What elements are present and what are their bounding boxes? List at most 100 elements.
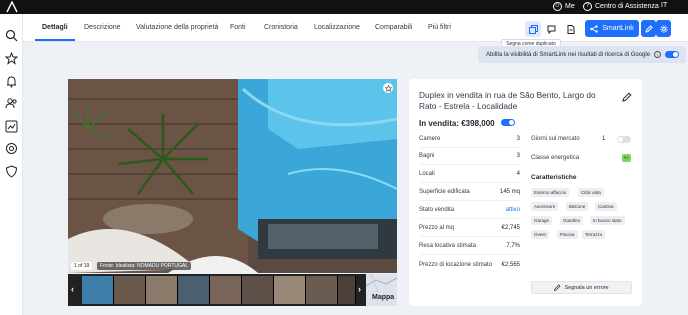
language-label: IT	[661, 2, 668, 9]
tabs-bar: Dettagli Descrizione Valutazione della p…	[23, 14, 688, 42]
detail-value: €2,565	[501, 262, 520, 268]
days-on-market-toggle[interactable]	[617, 136, 631, 143]
feature-chip: Città vista	[578, 188, 604, 197]
features-title: Caratteristiche	[531, 174, 577, 181]
feature-chip: Esterno affaccio	[531, 188, 570, 197]
listing-title: Duplex in vendita in rua de São Bento, L…	[419, 90, 596, 111]
visibility-text: Abilita la visibilità di SmartLink nei r…	[486, 51, 651, 58]
tab-cronistoria[interactable]: Cronistoria	[264, 24, 298, 31]
thumbnail[interactable]	[274, 276, 306, 304]
detail-value: €2,745	[501, 225, 520, 231]
main-photo[interactable]	[68, 79, 397, 273]
tab-descrizione[interactable]: Descrizione	[84, 24, 121, 31]
comment-button[interactable]	[543, 21, 559, 37]
sidebar	[0, 14, 23, 315]
detail-label: Superficie edificata	[419, 189, 470, 195]
property-photo	[68, 79, 397, 273]
bell-icon[interactable]	[5, 75, 18, 88]
edit-smartlink-button[interactable]	[641, 20, 656, 37]
pencil-icon	[554, 284, 561, 291]
language-selector[interactable]: IT	[661, 2, 667, 9]
feature-chip: In buono stato	[590, 216, 625, 225]
thumbnail[interactable]	[306, 276, 338, 304]
map-icon	[365, 273, 398, 293]
star-icon[interactable]	[5, 52, 18, 65]
detail-label: Stato vendita	[419, 207, 455, 213]
tab-dettagli[interactable]: Dettagli	[42, 24, 68, 31]
feature-chip: Cantina	[595, 202, 617, 211]
energy-class-label: Classe energetica	[531, 155, 580, 161]
row-divider	[419, 147, 520, 148]
days-on-market-label: Giorni sul mercato	[531, 136, 580, 142]
tab-fonti[interactable]: Fonti	[230, 24, 246, 31]
tab-localizzazione[interactable]: Localizzazione	[314, 24, 360, 31]
feature-chip: Piscina	[557, 230, 578, 239]
row-divider	[419, 200, 520, 201]
smartlink-settings-button[interactable]	[656, 20, 671, 37]
detail-value: 7.7%	[506, 243, 520, 249]
thumbnail[interactable]	[146, 276, 178, 304]
share-icon	[590, 24, 598, 33]
gear-icon	[659, 24, 668, 33]
help-label: Centro di Assistenza	[595, 3, 659, 10]
thumbnail[interactable]	[242, 276, 274, 304]
smartlink-button[interactable]: SmartLink	[585, 20, 639, 37]
chat-icon	[547, 25, 555, 34]
edit-icon[interactable]	[622, 92, 632, 102]
photo-counter: 1 of 19	[71, 262, 93, 270]
feature-chip: Balcone	[566, 202, 589, 211]
help-center-link[interactable]: ? Centro di Assistenza	[583, 2, 659, 11]
target-icon[interactable]	[5, 142, 18, 155]
thumbnail[interactable]	[114, 276, 146, 304]
users-icon[interactable]	[5, 97, 18, 110]
row-divider	[419, 218, 520, 219]
smartlink-label: SmartLink	[602, 25, 634, 32]
next-arrow-icon[interactable]: ›	[358, 284, 361, 294]
visibility-banner: Abilita la visibilità di SmartLink nei r…	[478, 46, 686, 63]
detail-label: Camere	[419, 136, 441, 142]
report-error-button[interactable]: Segnala un errore	[531, 281, 632, 294]
report-error-label: Segnala un errore	[564, 284, 609, 291]
mark-duplicate-button[interactable]	[525, 21, 541, 37]
document-icon	[567, 24, 574, 34]
document-button[interactable]	[562, 21, 578, 37]
tab-piu-filtri[interactable]: Più filtri	[428, 24, 451, 31]
detail-value: 4	[516, 171, 520, 177]
row-divider	[419, 164, 520, 165]
shield-icon[interactable]	[5, 165, 18, 178]
detail-label: Prezzo di locazione stimato	[419, 262, 493, 268]
me-label: Me	[565, 3, 575, 10]
pencil-icon	[644, 24, 653, 33]
listing-status-toggle[interactable]	[501, 119, 515, 126]
detail-value: 3	[516, 136, 520, 142]
map-thumbnail[interactable]: Mappa	[365, 273, 398, 306]
tab-comparabili[interactable]: Comparabili	[375, 24, 412, 31]
detail-label: Locali	[419, 171, 435, 177]
search-icon[interactable]	[5, 29, 18, 42]
info-icon[interactable]: i	[654, 51, 662, 58]
favorite-button[interactable]	[383, 83, 393, 93]
thumbnail[interactable]	[338, 276, 356, 304]
listing-details-card: Duplex in vendita in rua de São Bento, L…	[409, 79, 642, 306]
map-label: Mappa	[372, 294, 395, 301]
thumbnail[interactable]	[178, 276, 210, 304]
prev-arrow-icon[interactable]: ‹	[71, 284, 74, 294]
days-on-market-value: 1	[602, 136, 606, 142]
price-label: In vendita: €398,000	[419, 119, 495, 128]
help-icon: ?	[583, 2, 592, 11]
feature-chip: Garage	[531, 216, 553, 225]
photo-source[interactable]: Fonte: Idealista: NOMADU PORTUGAL	[97, 262, 191, 270]
row-divider	[419, 254, 520, 255]
visibility-toggle[interactable]	[665, 51, 679, 58]
brand-logo-icon[interactable]	[6, 1, 18, 13]
detail-value: attivo	[505, 207, 520, 213]
chart-icon[interactable]	[5, 120, 18, 133]
detail-label: Bagni	[419, 153, 435, 159]
me-menu[interactable]: ☺ Me	[553, 2, 575, 11]
feature-chip: Terrazzo	[582, 230, 606, 239]
detail-label: Resa locativa stimata	[419, 243, 477, 249]
detail-value: 145 mq	[499, 189, 520, 195]
tab-valutazione[interactable]: Valutazione della proprietà	[136, 24, 218, 31]
thumbnail[interactable]	[82, 276, 114, 304]
thumbnail[interactable]	[210, 276, 242, 304]
